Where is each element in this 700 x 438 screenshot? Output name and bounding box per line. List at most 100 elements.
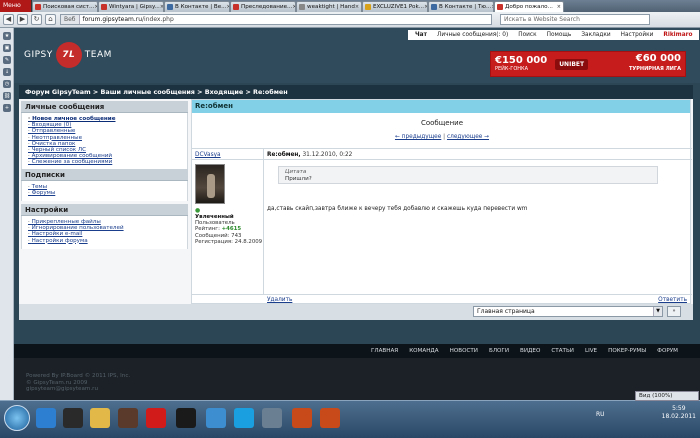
sidebar-item[interactable]: Форумы [28,190,182,196]
zoom-control[interactable]: Вид (100%) [635,391,699,401]
address-url: forum.gipsyteam.ru/index.php [82,16,174,23]
sidebar-section-body: ТемыФорумы [21,181,188,202]
sidebar-item[interactable]: Настройки форума [28,238,182,244]
top-nav-link[interactable]: Поиск [518,32,536,38]
folder-icon[interactable] [90,408,110,428]
history-icon[interactable]: ◷ [3,80,11,88]
logo-mark-icon: 7L [55,42,82,68]
add-panel-icon[interactable]: + [3,104,11,112]
bookmarks-icon[interactable]: ★ [3,32,11,40]
footer-nav-link[interactable]: НОВОСТИ [450,348,478,354]
address-bar[interactable]: Веб forum.gipsyteam.ru/index.php [60,14,492,25]
footer-nav-link[interactable]: ФОРУМ [657,348,678,354]
user-top-nav: Чат Личные сообщения(: 0) Поиск Помощь Закла… [408,30,700,40]
clock[interactable]: 5:59 18.02.2011 [662,405,696,421]
author-link[interactable]: DCVasya [195,152,221,158]
browser-tab[interactable]: Wintyara | Gipsy... × [98,1,164,12]
message-header: Re:обмен [192,100,690,113]
opera-menu-button[interactable]: Меню [0,0,32,12]
forum-jump-select[interactable]: Главная страница ▼ [473,306,663,317]
avatar[interactable] [195,164,225,204]
quote-block: Цитата Пришли? [278,166,658,184]
prev-message-link[interactable]: ← предыдущее [395,134,441,140]
top-nav-link[interactable]: Настройки [621,32,654,38]
top-nav-link[interactable]: Rikimaro [663,32,692,38]
banner-brand: UNIBET [555,58,589,70]
user-info: Увлеченный Пользователь Рейтинг: +4615 С… [195,214,263,245]
tab-favicon-icon [35,4,41,10]
divider [192,294,692,295]
reload-icon[interactable]: ↻ [31,14,42,25]
jump-go-button[interactable]: » [667,306,681,317]
notes-icon[interactable]: ✎ [3,56,11,64]
screen-icon[interactable] [262,408,282,428]
pokerstars-2-icon[interactable] [320,408,340,428]
browser-tab-bar: Меню Поисковая сист...×Wintyara | Gipsy.… [0,0,700,12]
sidebar-section-body: Прикрепленные файлыИгнорирование пользов… [21,216,188,249]
top-nav-link[interactable]: Чат [415,32,427,38]
tab-title: Wintyara | Gipsy... [109,4,160,10]
skype-icon[interactable] [234,408,254,428]
sidebar-section-title: Личные сообщения [21,101,188,113]
search-input[interactable]: Искать в Website Search [500,14,650,25]
browser-tab[interactable]: weaktight | Hand × [296,1,362,12]
poker-app-icon[interactable] [118,408,138,428]
footer-nav-link[interactable]: ВИДЕО [520,348,540,354]
sidebar-section: ПодпискиТемыФорумы [21,169,188,202]
browser-tab[interactable]: Поисковая сист...× [32,1,98,12]
divider [192,159,692,160]
back-icon[interactable]: ◀ [3,14,14,25]
footer-nav-link[interactable]: СТАТЬИ [551,348,574,354]
main-area: Личные сообщенияНовое личное сообщениеВх… [19,99,693,304]
links-icon[interactable]: ⛓ [3,92,11,100]
fulltilt-icon[interactable] [176,408,196,428]
unibet-banner[interactable]: €150 000 РЕЙК-ГОНКА UNIBET €60 000 ТУРНИРН… [490,51,686,77]
next-message-link[interactable]: следующее → [447,134,489,140]
downloads-icon[interactable]: ↓ [3,68,11,76]
browser-tab[interactable]: Преследование...× [230,1,296,12]
browser-tab[interactable]: EXCLUZIVE1 Pok... × [362,1,428,12]
browser-side-panel: ★ ▣ ✎ ↓ ◷ ⛓ + [0,28,14,400]
delete-link[interactable]: Удалить [267,297,292,303]
browser-tab[interactable]: Добро пожало... × [494,1,564,12]
top-nav-link[interactable]: Личные сообщения(: 0) [437,32,508,38]
close-tab-icon[interactable]: × [355,4,359,10]
divider [192,148,692,149]
footer-nav-link[interactable]: ПОКЕР-РУМЫ [608,348,646,354]
web-page: GIPSY 7L TEAM Чат Личные сообщения(: 0) По… [14,28,700,400]
tab-title: В Контакте | Ве... [175,4,227,10]
pokerstars-1-icon[interactable] [292,408,312,428]
language-indicator[interactable]: RU [596,411,605,418]
site-logo[interactable]: GIPSY 7L TEAM [24,40,112,70]
sidebar-section-title: Настройки [21,204,188,216]
widgets-icon[interactable]: ▣ [3,44,11,52]
ie-icon[interactable] [36,408,56,428]
browser-toolbar: ◀ ▶ ↻ ⌂ Веб forum.gipsyteam.ru/index.php… [0,12,700,28]
message-nav: ← предыдущее | следующее → [394,134,490,140]
footer-nav-link[interactable]: БЛОГИ [489,348,509,354]
footer-nav-link[interactable]: LIVE [585,348,597,354]
breadcrumb[interactable]: Форум GipsyTeam > Ваши личные сообщения … [19,85,693,99]
close-tab-icon[interactable]: × [557,4,561,10]
footer-line: gipsyteam@gipsyteam.ru [26,386,99,393]
column-divider [263,148,264,294]
home-icon[interactable]: ⌂ [45,14,56,25]
reply-link[interactable]: Ответить [658,297,687,303]
ub-icon[interactable] [63,408,83,428]
top-nav-link[interactable]: Закладки [581,32,610,38]
start-button[interactable] [4,405,30,431]
online-status-icon: ● [195,207,201,214]
tab-favicon-icon [299,4,305,10]
forward-icon[interactable]: ▶ [17,14,28,25]
tab-title: weaktight | Hand [307,4,355,10]
browser-tab[interactable]: В Контакте | Ве...× [164,1,230,12]
message-panel: Re:обмен Сообщение ← предыдущее | следую… [191,99,692,304]
sidebar-item[interactable]: Слежение за сообщениями [28,159,182,165]
opera-icon[interactable] [146,408,166,428]
message-title: Сообщение [420,119,464,127]
footer-nav-link[interactable]: ГЛАВНАЯ [371,348,398,354]
top-nav-link[interactable]: Помощь [547,32,572,38]
browser-tab[interactable]: В Контакте | Тю...× [428,1,494,12]
footer-nav-link[interactable]: КОМАНДА [409,348,438,354]
network-icon[interactable] [206,408,226,428]
